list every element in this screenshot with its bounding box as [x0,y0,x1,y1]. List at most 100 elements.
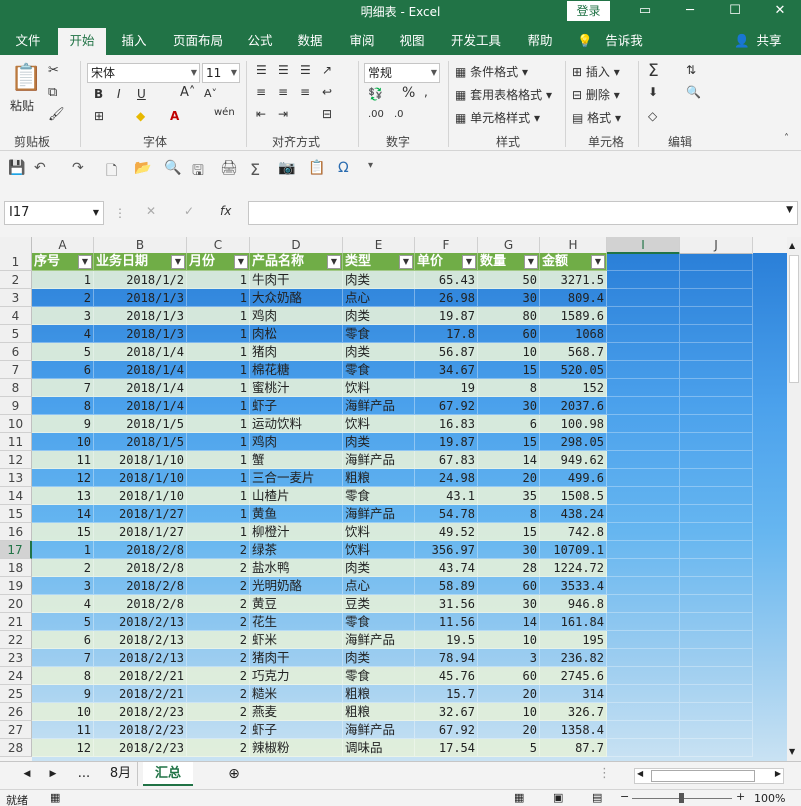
table-cell[interactable]: 2018/2/8 [94,559,187,577]
table-cell[interactable]: 20 [478,685,540,703]
empty-cell[interactable] [607,325,680,343]
table-cell[interactable]: 肉类 [343,433,415,451]
row-header[interactable]: 12 [0,451,32,469]
fill-icon[interactable]: ⬇ [648,85,658,99]
table-cell[interactable]: 15 [478,433,540,451]
table-header-cell[interactable]: 序号▼ [32,253,94,271]
empty-cell[interactable] [680,307,753,325]
table-cell[interactable]: 2018/1/27 [94,505,187,523]
table-cell[interactable]: 运动饮料 [250,415,343,433]
table-cell[interactable]: 161.84 [540,613,607,631]
table-cell[interactable]: 19.87 [415,307,478,325]
empty-cell[interactable] [680,487,753,505]
table-cell[interactable]: 30 [478,289,540,307]
empty-cell[interactable] [680,613,753,631]
table-cell[interactable]: 零食 [343,667,415,685]
table-cell[interactable]: 8 [478,379,540,397]
table-cell[interactable]: 65.43 [415,271,478,289]
table-cell[interactable]: 30 [478,397,540,415]
align-top-icon[interactable]: ☰ [256,63,267,77]
wrap-text-icon[interactable]: ↩ [322,85,332,99]
table-cell[interactable]: 海鲜产品 [343,397,415,415]
table-cell[interactable]: 19 [415,379,478,397]
table-cell[interactable]: 2 [187,667,250,685]
empty-cell[interactable] [680,253,753,271]
empty-cell[interactable] [680,343,753,361]
cell-styles-button[interactable]: ▦ 单元格样式 ▾ [455,109,540,126]
tab-home[interactable]: 开始 [58,28,106,55]
empty-cell[interactable] [607,685,680,703]
table-cell[interactable]: 2018/2/23 [94,721,187,739]
row-header[interactable]: 19 [0,577,32,595]
row-header[interactable]: 28 [0,739,32,757]
prev-sheet-icon[interactable]: ◀ [20,762,34,786]
table-cell[interactable]: 虾米 [250,631,343,649]
table-cell[interactable]: 35 [478,487,540,505]
table-cell[interactable]: 2 [187,595,250,613]
table-cell[interactable]: 2018/1/4 [94,379,187,397]
row-header[interactable]: 14 [0,487,32,505]
table-cell[interactable]: 零食 [343,361,415,379]
table-cell[interactable]: 49.52 [415,523,478,541]
insert-cells-button[interactable]: ⊞ 插入 ▾ [572,63,620,80]
ribbon-display-icon[interactable]: ▭ [627,0,663,22]
table-cell[interactable]: 9 [32,415,94,433]
tab-page-layout[interactable]: 页面布局 [168,28,228,55]
table-cell[interactable]: 粗粮 [343,685,415,703]
filter-dropdown-icon[interactable]: ▼ [234,255,248,269]
table-cell[interactable]: 15 [32,523,94,541]
customize-qat-icon[interactable]: ▾ [368,160,373,171]
table-cell[interactable]: 17.8 [415,325,478,343]
row-header[interactable]: 25 [0,685,32,703]
table-cell[interactable]: 3 [478,649,540,667]
table-cell[interactable]: 949.62 [540,451,607,469]
empty-cell[interactable] [607,433,680,451]
tab-data[interactable]: 数据 [290,28,330,55]
decrease-indent-icon[interactable]: ⇤ [256,107,266,121]
table-cell[interactable]: 2 [187,703,250,721]
table-cell[interactable]: 2018/1/4 [94,361,187,379]
row-header[interactable]: 15 [0,505,32,523]
decrease-decimal-icon[interactable]: .0 [394,109,404,120]
row-header[interactable]: 20 [0,595,32,613]
table-cell[interactable]: 零食 [343,487,415,505]
table-cell[interactable]: 肉类 [343,307,415,325]
empty-cell[interactable] [680,433,753,451]
align-right-icon[interactable]: ≡ [300,85,310,99]
table-cell[interactable]: 2018/1/10 [94,451,187,469]
close-icon[interactable]: ✕ [762,0,798,22]
comma-style-icon[interactable]: , [424,85,428,99]
sum-icon[interactable]: Σ [250,160,260,179]
table-cell[interactable]: 肉类 [343,559,415,577]
table-cell[interactable]: 6 [32,361,94,379]
table-cell[interactable]: 5 [478,739,540,757]
row-header[interactable]: 24 [0,667,32,685]
sheet-tab-more[interactable]: ... [74,762,94,786]
row-header[interactable]: 9 [0,397,32,415]
empty-cell[interactable] [607,667,680,685]
table-cell[interactable]: 58.89 [415,577,478,595]
table-cell[interactable]: 2018/2/8 [94,577,187,595]
print-preview-icon[interactable]: 🔍 [164,160,181,176]
open-folder-icon[interactable]: 📂 [134,160,151,176]
tab-insert[interactable]: 插入 [114,28,154,55]
row-header[interactable]: 22 [0,631,32,649]
table-cell[interactable]: 2 [187,631,250,649]
table-cell[interactable]: 肉松 [250,325,343,343]
table-cell[interactable]: 2 [187,721,250,739]
table-cell[interactable]: 78.94 [415,649,478,667]
table-cell[interactable]: 2018/2/8 [94,595,187,613]
select-all-corner[interactable] [0,237,32,254]
table-cell[interactable]: 499.6 [540,469,607,487]
table-cell[interactable]: 猪肉 [250,343,343,361]
table-cell[interactable]: 巧克力 [250,667,343,685]
empty-cell[interactable] [680,469,753,487]
font-name-select[interactable]: 宋体▼ [87,63,200,83]
add-sheet-icon[interactable]: ⊕ [224,762,244,786]
table-cell[interactable]: 45.76 [415,667,478,685]
empty-cell[interactable] [607,577,680,595]
next-sheet-icon[interactable]: ▶ [46,762,60,786]
table-cell[interactable]: 67.92 [415,721,478,739]
table-cell[interactable]: 豆类 [343,595,415,613]
table-cell[interactable]: 2 [187,685,250,703]
